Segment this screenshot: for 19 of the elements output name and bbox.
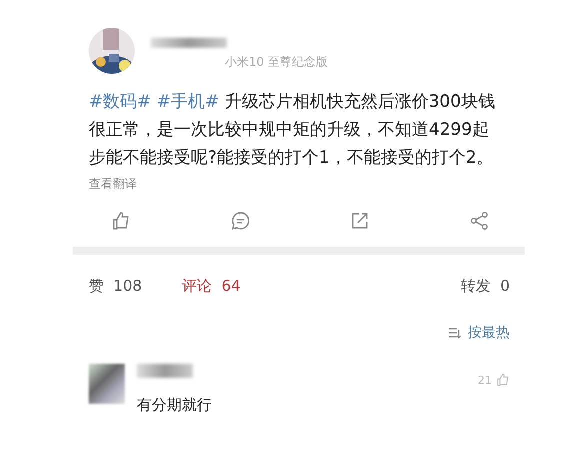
translate-link[interactable]: 查看翻译 (89, 176, 137, 193)
blurred-name (137, 364, 193, 378)
post-text: #数码# #手机# 升级芯片相机快充然后涨价300块钱很正常，是一次比较中规中矩的升级，不知道4299起步能不能接受呢?能接受的打个1，不能接受的打个2。 (89, 91, 496, 170)
sort-icon[interactable] (448, 327, 462, 339)
sort-button[interactable]: 按最热 (468, 324, 510, 342)
blurred-avatar (89, 364, 125, 404)
comment-icon[interactable] (230, 211, 251, 231)
stats-tab[interactable]: 转发 0 (460, 277, 510, 296)
stats-tab[interactable]: 赞 108 (89, 277, 142, 296)
stats-tab[interactable]: 评论 64 (182, 277, 241, 296)
hashtag-link[interactable]: #数码# (89, 92, 152, 112)
share-icon[interactable] (350, 211, 370, 231)
comment-text: 有分期就行 (137, 396, 212, 415)
share-nodes-icon[interactable] (470, 211, 490, 231)
hashtag-link[interactable]: #手机# (156, 92, 220, 112)
device-label: 小米10 至尊纪念版 (225, 54, 328, 71)
like-count: 21 (478, 374, 492, 387)
thumbs-up-icon[interactable] (111, 211, 131, 231)
thumbs-up-icon[interactable] (496, 373, 510, 387)
